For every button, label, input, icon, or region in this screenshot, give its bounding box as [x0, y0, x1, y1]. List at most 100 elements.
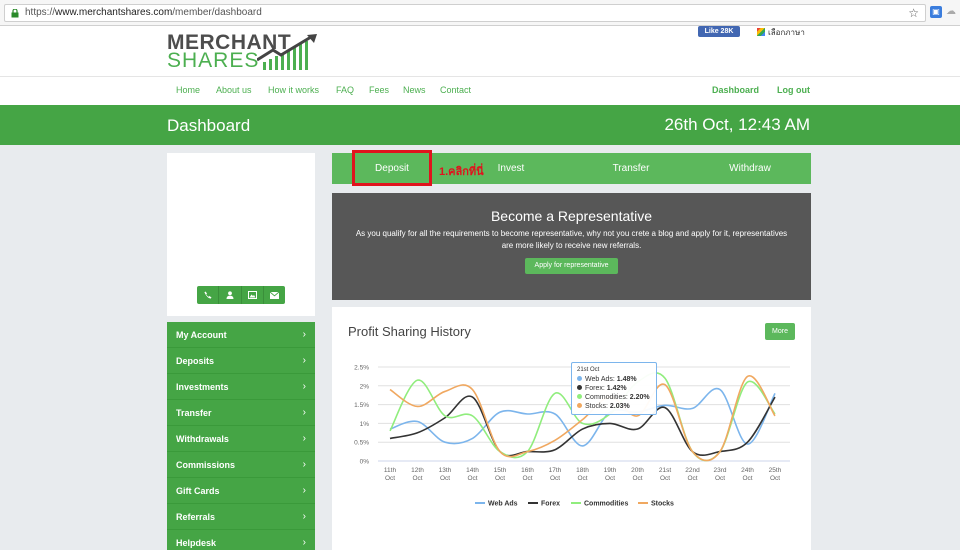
tooltip-date: 21st Oct	[577, 367, 600, 373]
x-tick-label: 25th	[769, 467, 782, 474]
representative-banner: Become a Representative As you qualify f…	[332, 193, 811, 300]
nav-divider	[0, 76, 960, 77]
sidebar-item-transfer[interactable]: Transfer ›	[167, 400, 315, 426]
sidebar-menu: My Account › Deposits › Investments › Trans…	[167, 322, 315, 550]
chevron-right-icon: ›	[302, 537, 306, 548]
x-tick-label: Oct	[742, 475, 752, 482]
nav-faq[interactable]: FAQ	[336, 85, 354, 95]
nav-fees[interactable]: Fees	[369, 85, 389, 95]
url-text: https://www.merchantshares.com/member/da…	[25, 7, 262, 18]
profile-card	[167, 153, 315, 316]
x-tick-label: 21st	[659, 467, 671, 474]
y-tick-label: 2%	[360, 383, 370, 390]
x-tick-label: Oct	[715, 475, 725, 482]
y-tick-label: 2.5%	[354, 365, 369, 372]
profit-sharing-panel: 0% 0.5% 1% 1.5% 2% 2.5% 11th Oct 12th Oct 13th Oct 1…	[332, 307, 811, 550]
contact-button-group	[197, 286, 285, 304]
y-tick-label: 0.5%	[354, 440, 369, 447]
sidebar-item-helpdesk[interactable]: Helpdesk ›	[167, 530, 315, 550]
nav-about-us[interactable]: About us	[216, 85, 252, 95]
click-here-annotation: 1.คลิกที่นี่	[439, 166, 484, 178]
mail-icon[interactable]	[264, 286, 285, 304]
more-button[interactable]: More	[765, 323, 795, 340]
google-translate-icon	[757, 28, 765, 36]
phone-icon[interactable]	[197, 286, 220, 304]
nav-how-it-works[interactable]: How it works	[268, 85, 319, 95]
x-tick-label: Oct	[550, 475, 560, 482]
x-tick-label: 16th	[521, 467, 534, 474]
sidebar-item-deposits[interactable]: Deposits ›	[167, 348, 315, 374]
x-tick-label: 18th	[576, 467, 589, 474]
tooltip-row-commodities: Commodities: 2.20%	[577, 393, 651, 402]
x-tick-label: Oct	[495, 475, 505, 482]
site-header: MERCHANT SHARES Like 28K เลือกภาษา Home …	[0, 26, 960, 105]
x-tick-label: 11th	[384, 467, 397, 474]
nav-news[interactable]: News	[403, 85, 426, 95]
x-tick-label: 15th	[494, 467, 507, 474]
current-datetime: 26th Oct, 12:43 AM	[664, 115, 810, 134]
user-icon[interactable]	[219, 286, 242, 304]
sidebar-item-investments[interactable]: Investments ›	[167, 374, 315, 400]
nav-dashboard[interactable]: Dashboard	[712, 85, 759, 95]
growth-chart-icon	[257, 34, 317, 70]
legend-label: Commodities	[584, 501, 628, 508]
x-tick-label: 23rd	[713, 467, 726, 474]
profit-title: Profit Sharing History	[348, 324, 471, 339]
x-tick-label: 17th	[549, 467, 562, 474]
chevron-right-icon: ›	[302, 329, 306, 340]
tab-invest[interactable]: Invest	[482, 153, 540, 184]
page-title-band: Dashboard 26th Oct, 12:43 AM	[0, 105, 960, 145]
facebook-like-button[interactable]: Like 28K	[698, 26, 740, 37]
x-tick-label: Oct	[660, 475, 670, 482]
tab-withdraw[interactable]: Withdraw	[715, 153, 785, 184]
x-tick-label: Oct	[770, 475, 780, 482]
language-selector[interactable]: เลือกภาษา	[757, 26, 805, 39]
merchant-shares-logo[interactable]: MERCHANT SHARES	[167, 31, 327, 72]
x-tick-label: Oct	[412, 475, 422, 482]
nav-home[interactable]: Home	[176, 85, 200, 95]
x-tick-label: Oct	[577, 475, 587, 482]
x-tick-label: 24th	[741, 467, 754, 474]
y-tick-label: 0%	[360, 459, 370, 466]
tab-transfer[interactable]: Transfer	[598, 153, 664, 184]
apply-representative-button[interactable]: Apply for representative	[525, 258, 618, 274]
tooltip-row-web-ads: Web Ads: 1.48%	[577, 375, 651, 384]
chevron-right-icon: ›	[302, 459, 306, 470]
tooltip-row-forex: Forex: 1.42%	[577, 384, 651, 393]
address-bar[interactable]: https://www.merchantshares.com/member/da…	[4, 4, 926, 22]
cloud-icon[interactable]: ☁	[946, 7, 957, 17]
x-tick-label: Oct	[440, 475, 450, 482]
x-tick-label: 22nd	[685, 467, 700, 474]
chevron-right-icon: ›	[302, 433, 306, 444]
chevron-right-icon: ›	[302, 355, 306, 366]
x-tick-label: 20th	[631, 467, 644, 474]
sidebar-item-referrals[interactable]: Referrals ›	[167, 504, 315, 530]
image-icon[interactable]	[242, 286, 264, 304]
x-tick-label: 12th	[411, 467, 424, 474]
nav-log-out[interactable]: Log out	[777, 85, 810, 95]
x-tick-label: Oct	[687, 475, 697, 482]
chart-tooltip: 21st Oct Web Ads: 1.48% Forex: 1.42% Com…	[571, 362, 657, 415]
representative-title: Become a Representative	[490, 208, 653, 224]
x-tick-label: 13th	[439, 467, 452, 474]
chevron-right-icon: ›	[302, 407, 306, 418]
sidebar-item-gift-cards[interactable]: Gift Cards ›	[167, 478, 315, 504]
legend-label: Forex	[541, 501, 560, 508]
bookmark-star-icon[interactable]: ☆	[908, 6, 919, 20]
y-tick-label: 1.5%	[354, 402, 369, 409]
deposit-highlight-box	[352, 150, 432, 186]
x-tick-label: Oct	[632, 475, 642, 482]
legend-label: Stocks	[651, 501, 674, 508]
lock-icon	[11, 9, 19, 18]
x-tick-label: 19th	[604, 467, 617, 474]
x-tick-label: Oct	[385, 475, 395, 482]
representative-text: As you qualify for all the requirements …	[355, 229, 788, 250]
profit-chart: 0%0.5%1%1.5%2%2.5%11thOct12thOct13thOct1…	[354, 365, 790, 508]
sidebar-item-commissions[interactable]: Commissions ›	[167, 452, 315, 478]
extension-icon[interactable]: ▣	[930, 6, 942, 18]
sidebar-item-withdrawals[interactable]: Withdrawals ›	[167, 426, 315, 452]
browser-bar: https://www.merchantshares.com/member/da…	[0, 0, 960, 26]
x-tick-label: Oct	[467, 475, 477, 482]
nav-contact[interactable]: Contact	[440, 85, 471, 95]
sidebar-item-my-account[interactable]: My Account ›	[167, 322, 315, 348]
